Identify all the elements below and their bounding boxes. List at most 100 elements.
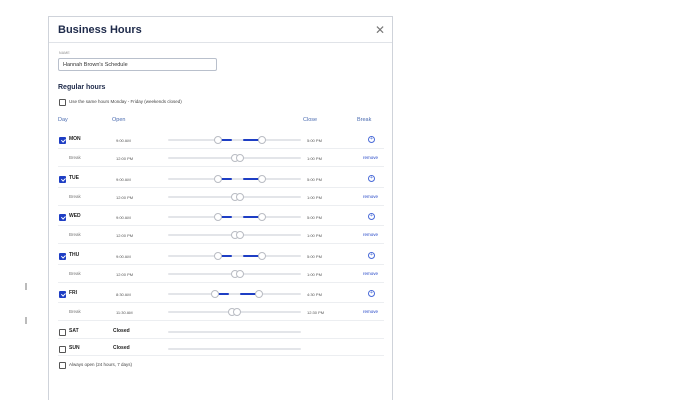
- close-time: 5:00 PM: [307, 138, 322, 143]
- open-slider-handle[interactable]: [213, 175, 222, 183]
- row-divider: [58, 243, 384, 244]
- column-header-break: Break: [357, 117, 372, 123]
- break-start-time: 11:30 AM: [116, 310, 133, 315]
- break-end-time: 1:00 PM: [307, 233, 322, 238]
- break-label: Break: [69, 155, 81, 160]
- close-time: 5:00 PM: [307, 177, 322, 182]
- page-edge-mark: [25, 283, 27, 290]
- hours-slider-track[interactable]: [168, 139, 301, 141]
- row-divider: [58, 166, 384, 167]
- day-checkbox-thu[interactable]: [59, 253, 66, 260]
- open-slider-handle[interactable]: [213, 252, 222, 260]
- remove-break-link[interactable]: remove: [363, 232, 378, 237]
- header-divider: [49, 42, 392, 43]
- add-break-icon[interactable]: +: [368, 136, 375, 143]
- close-slider-handle[interactable]: [258, 252, 267, 260]
- open-time: 9:00 AM: [116, 215, 131, 220]
- column-header-open: Open: [112, 117, 126, 123]
- close-slider-handle[interactable]: [258, 136, 267, 144]
- break-end-time: 1:00 PM: [307, 156, 322, 161]
- hours-slider-track[interactable]: [168, 331, 301, 333]
- page-edge-mark: [25, 317, 27, 324]
- regular-hours-heading: Regular hours: [58, 84, 106, 91]
- remove-break-link[interactable]: remove: [363, 155, 378, 160]
- same-hours-checkbox[interactable]: [59, 99, 66, 106]
- close-time: 5:00 PM: [307, 215, 322, 220]
- day-checkbox-wed[interactable]: [59, 214, 66, 221]
- day-checkbox-sat[interactable]: [59, 329, 66, 336]
- row-divider: [58, 264, 384, 265]
- column-header-close: Close: [303, 117, 318, 123]
- row-divider: [58, 320, 384, 321]
- open-slider-handle[interactable]: [211, 290, 220, 298]
- business-hours-dialog: Business Hours ✕ NAME Regular hours Use …: [48, 16, 393, 400]
- row-divider: [58, 225, 384, 226]
- day-checkbox-tue[interactable]: [59, 176, 66, 183]
- row-divider: [58, 302, 384, 303]
- break-start-time: 12:00 PM: [116, 233, 134, 238]
- break-end-time: 1:00 PM: [307, 272, 322, 277]
- break-end-handle[interactable]: [236, 231, 245, 239]
- row-divider: [58, 338, 384, 339]
- same-hours-label: Use the same hours Monday - Friday (week…: [69, 99, 182, 104]
- break-end-handle[interactable]: [236, 270, 245, 278]
- break-label: Break: [69, 194, 81, 199]
- day-checkbox-fri[interactable]: [59, 291, 66, 298]
- open-slider-handle[interactable]: [213, 213, 222, 221]
- break-start-time: 12:00 PM: [116, 195, 134, 200]
- add-break-icon[interactable]: +: [368, 213, 375, 220]
- column-header-day: Day: [58, 117, 68, 123]
- add-break-icon[interactable]: +: [368, 290, 375, 297]
- open-time: 8:30 AM: [116, 292, 131, 297]
- close-slider-handle[interactable]: [258, 213, 267, 221]
- remove-break-link[interactable]: remove: [363, 194, 378, 199]
- close-time: 5:00 PM: [307, 254, 322, 259]
- break-end-time: 1:00 PM: [307, 195, 322, 200]
- row-divider: [58, 187, 384, 188]
- break-end-handle[interactable]: [233, 308, 242, 316]
- day-checkbox-sun[interactable]: [59, 346, 66, 353]
- day-label: FRI: [69, 290, 78, 296]
- break-end-handle[interactable]: [236, 154, 245, 162]
- remove-break-link[interactable]: remove: [363, 309, 378, 314]
- day-label: WED: [69, 213, 81, 219]
- name-label: NAME: [59, 51, 70, 55]
- open-time: 9:00 AM: [116, 138, 131, 143]
- row-divider: [58, 355, 384, 356]
- break-label: Break: [69, 271, 81, 276]
- row-divider: [58, 148, 384, 149]
- hours-slider-track[interactable]: [168, 348, 301, 350]
- closed-status: Closed: [113, 345, 130, 351]
- break-end-handle[interactable]: [236, 193, 245, 201]
- close-slider-handle[interactable]: [258, 175, 267, 183]
- break-label: Break: [69, 309, 81, 314]
- day-checkbox-mon[interactable]: [59, 137, 66, 144]
- break-start-time: 12:00 PM: [116, 272, 134, 277]
- open-slider-handle[interactable]: [213, 136, 222, 144]
- close-slider-handle[interactable]: [255, 290, 264, 298]
- hours-slider-track[interactable]: [168, 293, 301, 295]
- add-break-icon[interactable]: +: [368, 175, 375, 182]
- close-time: 4:30 PM: [307, 292, 322, 297]
- break-end-time: 12:30 PM: [307, 310, 325, 315]
- always-open-checkbox[interactable]: [59, 362, 66, 369]
- closed-status: Closed: [113, 328, 130, 334]
- hours-slider-track[interactable]: [168, 178, 301, 180]
- hours-slider-track[interactable]: [168, 216, 301, 218]
- row-divider: [58, 282, 384, 283]
- day-label: TUE: [69, 175, 79, 181]
- day-label: THU: [69, 252, 80, 258]
- day-label: SUN: [69, 345, 80, 351]
- dialog-title: Business Hours: [58, 24, 142, 36]
- close-icon[interactable]: ✕: [373, 23, 387, 37]
- remove-break-link[interactable]: remove: [363, 271, 378, 276]
- name-input[interactable]: [58, 58, 217, 71]
- break-start-time: 12:00 PM: [116, 156, 134, 161]
- row-divider: [58, 205, 384, 206]
- open-time: 9:00 AM: [116, 177, 131, 182]
- add-break-icon[interactable]: +: [368, 252, 375, 259]
- break-label: Break: [69, 232, 81, 237]
- always-open-label: Always open (24 hours, 7 days): [69, 362, 133, 367]
- day-label: MON: [69, 136, 81, 142]
- hours-slider-track[interactable]: [168, 255, 301, 257]
